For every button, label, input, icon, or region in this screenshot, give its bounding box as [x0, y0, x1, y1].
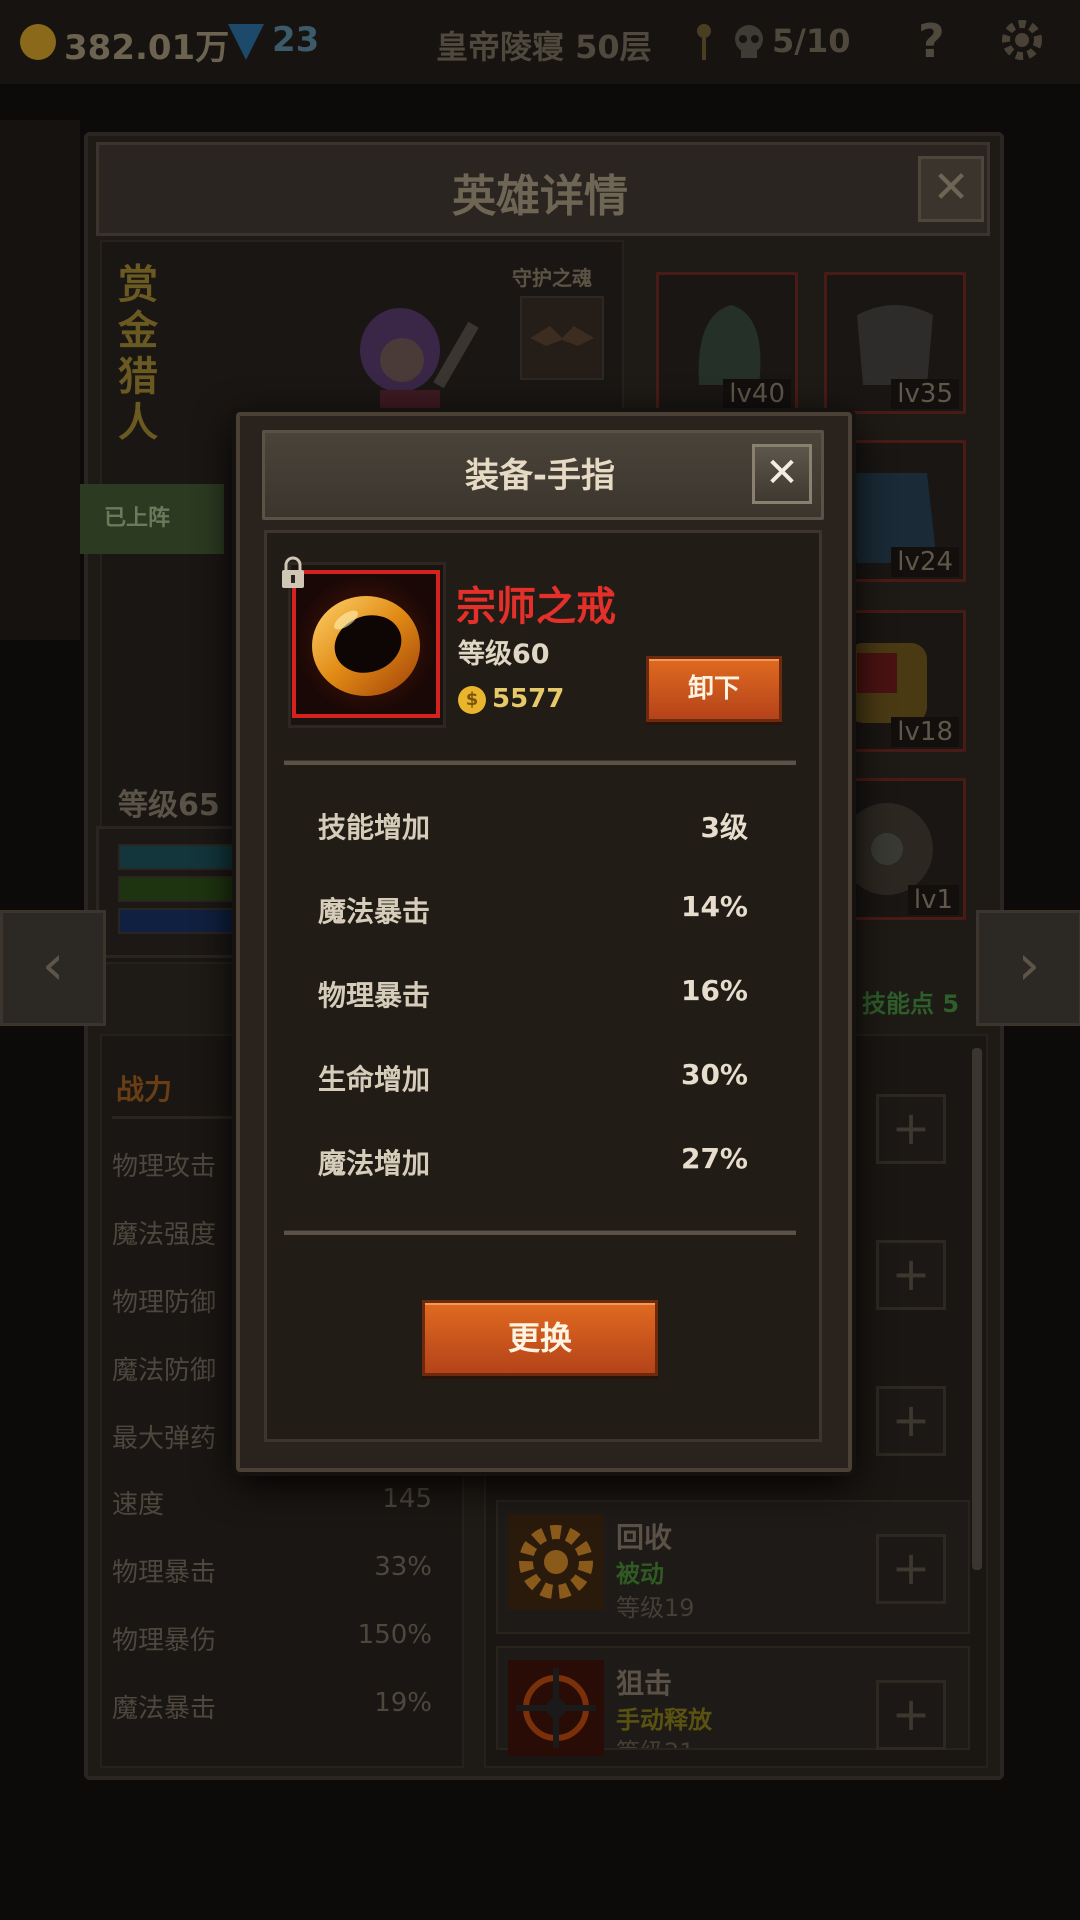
stat-value: 145	[382, 1484, 432, 1514]
hero-list-strip[interactable]	[0, 120, 80, 640]
equip-slot-level: lv24	[891, 547, 959, 577]
item-icon-box[interactable]	[292, 570, 440, 718]
attribute-row: 物理暴击 16%	[318, 974, 748, 1014]
stat-name: 速度	[112, 1490, 165, 1520]
ring-icon	[296, 574, 436, 714]
attribute-row: 生命增加 30%	[318, 1058, 748, 1098]
hero-level: 等级65	[118, 788, 220, 823]
skill-upgrade-plus-icon[interactable]: +	[876, 1386, 946, 1456]
attribute-name: 物理暴击	[318, 979, 431, 1012]
skull-icon	[732, 24, 766, 60]
stat-value: 19%	[374, 1688, 432, 1718]
stat-name: 物理暴伤	[112, 1626, 217, 1656]
guard-soul-label: 守护之魂	[512, 266, 592, 290]
divider-top	[284, 760, 796, 765]
stage-name[interactable]: 皇帝陵寝 50层	[436, 22, 652, 68]
skill-level: 等级21	[616, 1732, 778, 1748]
replace-button[interactable]: 更换	[422, 1300, 658, 1376]
next-hero-arrow-icon[interactable]: ›	[976, 910, 1080, 1026]
stat-value: 33%	[374, 1552, 432, 1582]
attribute-name: 技能增加	[318, 811, 431, 844]
attribute-value: 16%	[680, 974, 748, 1007]
stat-name: 魔法强度	[112, 1220, 217, 1250]
skill-type: 被动	[616, 1560, 664, 1588]
mana-bar	[118, 908, 242, 934]
item-name: 宗师之戒	[456, 584, 616, 630]
skill-name: 回收	[616, 1521, 673, 1554]
divider-bottom	[284, 1230, 796, 1235]
unequip-button[interactable]: 卸下	[646, 656, 782, 722]
attribute-name: 魔法增加	[318, 1147, 431, 1180]
attribute-value: 3级	[700, 811, 748, 844]
attribute-value: 27%	[680, 1142, 748, 1175]
prev-hero-arrow-icon[interactable]: ‹	[0, 910, 106, 1026]
item-level: 等级60	[458, 639, 550, 670]
settings-gear-icon[interactable]	[996, 14, 1048, 66]
dialog-title: 装备-手指	[464, 456, 616, 496]
guard-soul-bat-icon[interactable]	[520, 296, 604, 380]
equip-slot-helmet[interactable]: lv40	[656, 272, 798, 414]
stat-name: 魔法防御	[112, 1356, 217, 1386]
skill-upgrade-plus-icon[interactable]: +	[876, 1240, 946, 1310]
on-team-badge: 已上阵	[80, 484, 224, 554]
attribute-value: 14%	[680, 890, 748, 923]
stat-name: 魔法暴击	[112, 1694, 217, 1724]
gold-amount: 382.01万	[64, 28, 230, 68]
gem-icon	[228, 24, 264, 60]
skill-upgrade-plus-icon[interactable]: +	[876, 1094, 946, 1164]
stat-row: 物理暴击 33%	[112, 1552, 432, 1589]
skill-level: 等级19	[616, 1594, 695, 1622]
skill-upgrade-plus-icon[interactable]: +	[876, 1534, 946, 1604]
attribute-name: 魔法暴击	[318, 895, 431, 928]
hero-name: 赏金猎人	[118, 262, 158, 446]
stat-row: 魔法暴击 19%	[112, 1688, 432, 1725]
equip-slot-level: lv18	[891, 717, 959, 747]
keys-count: 5/10	[772, 22, 851, 60]
skill-points: 技能点 5	[862, 990, 960, 1018]
item-price: 5577	[492, 684, 565, 714]
gold-coin-icon	[20, 24, 56, 60]
stat-name: 最大弹药	[112, 1424, 217, 1454]
stat-name: 物理攻击	[112, 1152, 217, 1182]
stat-row: 物理暴伤 150%	[112, 1620, 432, 1657]
stat-name: 物理暴击	[112, 1558, 217, 1588]
skill-level-clip: 等级21	[608, 1730, 778, 1748]
stats-header: 战力	[116, 1073, 173, 1106]
attribute-value: 30%	[680, 1058, 748, 1091]
equip-slot-level: lv40	[723, 379, 791, 409]
skill-crosshair-icon	[508, 1660, 604, 1756]
gem-amount: 23	[272, 20, 320, 60]
exp-bar	[118, 876, 242, 902]
skill-gear-icon	[508, 1514, 604, 1610]
hero-detail-close-button[interactable]: ✕	[918, 156, 984, 222]
skill-name: 狙击	[616, 1667, 673, 1700]
hp-bar	[118, 844, 242, 870]
equip-slot-armor[interactable]: lv35	[824, 272, 966, 414]
gold-coin-icon: $	[458, 686, 486, 714]
help-icon[interactable]: ?	[918, 14, 945, 68]
equip-slot-level: lv1	[907, 885, 959, 915]
attribute-row: 魔法暴击 14%	[318, 890, 748, 930]
skills-scrollbar[interactable]	[972, 1048, 982, 1570]
dialog-close-button[interactable]: ✕	[752, 444, 812, 504]
lock-icon[interactable]	[280, 556, 306, 590]
stat-row: 速度 145	[112, 1484, 432, 1521]
key-icon	[694, 22, 714, 62]
equip-slot-level: lv35	[891, 379, 959, 409]
attribute-row: 魔法增加 27%	[318, 1142, 748, 1182]
skill-upgrade-plus-icon[interactable]: +	[876, 1680, 946, 1750]
attribute-name: 生命增加	[318, 1063, 431, 1096]
stat-name: 物理防御	[112, 1288, 217, 1318]
hero-detail-title: 英雄详情	[452, 171, 628, 222]
attribute-row: 技能增加 3级	[318, 806, 748, 846]
stat-value: 150%	[357, 1620, 432, 1650]
